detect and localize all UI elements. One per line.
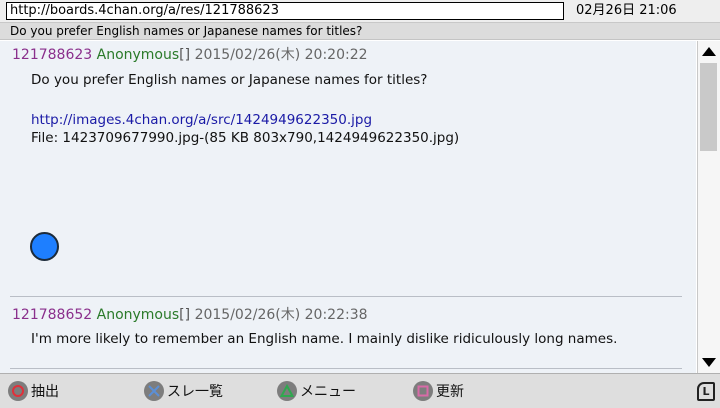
bottom-bar: 抽出 スレ一覧 メニュー 更新 L: [0, 373, 720, 408]
thread-content[interactable]: 121788623 Anonymous[] 2015/02/26(木) 20:2…: [0, 41, 696, 373]
extract-button[interactable]: 抽出: [8, 380, 59, 402]
extract-label: 抽出: [31, 384, 59, 400]
square-button-icon: [413, 381, 433, 401]
post-number[interactable]: 121788623: [12, 47, 92, 63]
menu-label: メニュー: [300, 384, 356, 400]
post-divider: [10, 296, 682, 297]
image-link[interactable]: http://images.4chan.org/a/src/1424949622…: [31, 111, 372, 129]
refresh-button[interactable]: 更新: [413, 380, 464, 402]
thread-list-button[interactable]: スレ一覧: [144, 380, 223, 402]
scrollbar[interactable]: [697, 41, 720, 373]
post-number[interactable]: 121788652: [12, 307, 92, 323]
post-body: Do you prefer English names or Japanese …: [31, 72, 428, 88]
post-mail[interactable]: []: [179, 307, 190, 323]
l-button-icon[interactable]: L: [697, 382, 715, 401]
cross-button-icon: [144, 381, 164, 401]
scroll-thumb[interactable]: [700, 63, 717, 151]
refresh-label: 更新: [436, 384, 464, 400]
file-info: File: 1423709677990.jpg-(85 KB 803x790,1…: [31, 130, 460, 146]
post-header: 121788623 Anonymous[] 2015/02/26(木) 20:2…: [12, 46, 368, 64]
scroll-down-arrow-icon[interactable]: [698, 353, 720, 373]
thread-list-label: スレ一覧: [167, 384, 223, 400]
scroll-up-arrow-icon[interactable]: [698, 41, 720, 61]
post-date: 2015/02/26(木) 20:22:38: [194, 307, 368, 323]
menu-button[interactable]: メニュー: [277, 380, 356, 402]
post-body: I'm more likely to remember an English n…: [31, 331, 618, 347]
triangle-button-icon: [277, 381, 297, 401]
post-mail[interactable]: []: [179, 47, 190, 63]
post-header: 121788652 Anonymous[] 2015/02/26(木) 20:2…: [12, 306, 368, 324]
post-name: Anonymous: [96, 47, 180, 63]
post-divider: [10, 368, 682, 369]
post-name: Anonymous: [96, 307, 180, 323]
blue-dot-icon: [30, 232, 59, 261]
url-input[interactable]: http://boards.4chan.org/a/res/121788623: [6, 2, 564, 20]
circle-button-icon: [8, 381, 28, 401]
post-date: 2015/02/26(木) 20:20:22: [194, 47, 368, 63]
thread-title: Do you prefer English names or Japanese …: [0, 23, 720, 40]
clock: 02月26日 21:06: [576, 3, 677, 18]
top-bar: http://boards.4chan.org/a/res/121788623 …: [0, 0, 720, 23]
